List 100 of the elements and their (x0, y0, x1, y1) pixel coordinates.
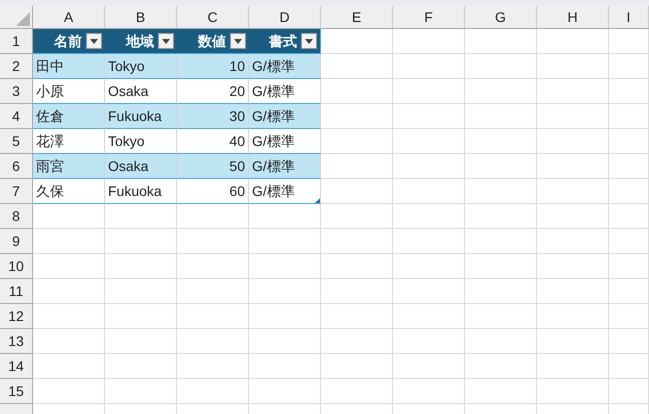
column-header[interactable]: F (393, 6, 465, 28)
row-header[interactable]: 7 (0, 179, 33, 204)
empty-cell[interactable] (105, 229, 177, 254)
table-cell[interactable]: Fukuoka (105, 179, 177, 204)
table-cell[interactable]: 花澤 (33, 129, 105, 154)
empty-cell[interactable] (105, 379, 177, 404)
filter-button[interactable] (86, 33, 102, 49)
table-cell[interactable]: 50 (177, 154, 249, 179)
empty-cell[interactable] (537, 329, 609, 354)
empty-cell[interactable] (537, 179, 609, 204)
filter-button[interactable] (230, 33, 246, 49)
table-cell[interactable]: G/標準 (249, 154, 321, 179)
empty-cell[interactable] (321, 304, 393, 329)
table-cell[interactable]: 10 (177, 54, 249, 79)
empty-cell[interactable] (609, 104, 649, 129)
table-cell[interactable]: Fukuoka (105, 104, 177, 129)
empty-cell[interactable] (537, 29, 609, 54)
empty-cell[interactable] (609, 79, 649, 104)
row-header[interactable]: 14 (0, 354, 33, 379)
column-header[interactable]: H (537, 6, 609, 28)
row-header[interactable]: 3 (0, 79, 33, 104)
empty-cell[interactable] (465, 354, 537, 379)
empty-cell[interactable] (177, 229, 249, 254)
empty-cell[interactable] (609, 379, 649, 404)
empty-cell[interactable] (177, 354, 249, 379)
empty-cell[interactable] (465, 129, 537, 154)
row-header[interactable]: 12 (0, 304, 33, 329)
empty-cell[interactable] (393, 29, 465, 54)
empty-cell[interactable] (465, 104, 537, 129)
empty-cell[interactable] (321, 279, 393, 304)
row-header[interactable]: 15 (0, 379, 33, 404)
table-cell[interactable]: 60 (177, 179, 249, 204)
empty-cell[interactable] (537, 154, 609, 179)
empty-cell[interactable] (465, 279, 537, 304)
empty-cell[interactable] (609, 154, 649, 179)
empty-cell[interactable] (105, 204, 177, 229)
table-cell[interactable]: 小原 (33, 79, 105, 104)
empty-cell[interactable] (177, 329, 249, 354)
empty-cell[interactable] (249, 329, 321, 354)
empty-cell[interactable] (393, 354, 465, 379)
table-cell[interactable]: Tokyo (105, 129, 177, 154)
empty-cell[interactable] (609, 279, 649, 304)
table-cell[interactable]: 40 (177, 129, 249, 154)
row-header[interactable]: 5 (0, 129, 33, 154)
empty-cell[interactable] (537, 204, 609, 229)
empty-cell[interactable] (393, 304, 465, 329)
row-header[interactable]: 1 (0, 29, 33, 54)
empty-cell[interactable] (465, 54, 537, 79)
empty-cell[interactable] (465, 79, 537, 104)
row-header[interactable]: 13 (0, 329, 33, 354)
table-cell[interactable]: G/標準 (249, 129, 321, 154)
filter-button[interactable] (301, 33, 317, 49)
empty-cell[interactable] (609, 129, 649, 154)
row-header[interactable]: 10 (0, 254, 33, 279)
empty-cell[interactable] (465, 254, 537, 279)
empty-cell[interactable] (393, 154, 465, 179)
empty-cell[interactable] (465, 379, 537, 404)
empty-cell[interactable] (465, 229, 537, 254)
empty-cell[interactable] (393, 379, 465, 404)
empty-cell[interactable] (105, 329, 177, 354)
table-cell[interactable]: G/標準 (249, 79, 321, 104)
empty-cell[interactable] (609, 179, 649, 204)
empty-cell[interactable] (609, 354, 649, 379)
table-cell[interactable]: Osaka (105, 154, 177, 179)
empty-cell[interactable] (321, 229, 393, 254)
empty-cell[interactable] (249, 279, 321, 304)
empty-cell[interactable] (249, 254, 321, 279)
select-all-corner-icon[interactable] (16, 12, 30, 26)
empty-cell[interactable] (537, 104, 609, 129)
empty-cell[interactable] (177, 379, 249, 404)
row-header[interactable]: 4 (0, 104, 33, 129)
column-header[interactable]: E (321, 6, 393, 28)
empty-cell[interactable] (609, 229, 649, 254)
empty-cell[interactable] (537, 254, 609, 279)
row-header[interactable]: 9 (0, 229, 33, 254)
empty-cell[interactable] (177, 279, 249, 304)
empty-cell[interactable] (393, 229, 465, 254)
empty-cell[interactable] (177, 254, 249, 279)
row-header[interactable]: 2 (0, 54, 33, 79)
empty-cell[interactable] (393, 179, 465, 204)
column-header[interactable]: A (33, 6, 105, 28)
empty-cell[interactable] (465, 179, 537, 204)
empty-cell[interactable] (537, 129, 609, 154)
table-cell[interactable]: Osaka (105, 79, 177, 104)
empty-cell[interactable] (609, 304, 649, 329)
resize-handle-icon[interactable] (315, 198, 320, 203)
empty-cell[interactable] (321, 329, 393, 354)
table-cell[interactable]: 田中 (33, 54, 105, 79)
empty-cell[interactable] (249, 304, 321, 329)
empty-cell[interactable] (321, 254, 393, 279)
table-cell[interactable]: 雨宮 (33, 154, 105, 179)
column-header[interactable]: D (249, 6, 321, 28)
row-header[interactable]: 6 (0, 154, 33, 179)
empty-cell[interactable] (177, 304, 249, 329)
table-cell[interactable]: 30 (177, 104, 249, 129)
empty-cell[interactable] (105, 279, 177, 304)
empty-cell[interactable] (537, 79, 609, 104)
column-header[interactable]: B (105, 6, 177, 28)
empty-cell[interactable] (393, 54, 465, 79)
empty-cell[interactable] (609, 54, 649, 79)
